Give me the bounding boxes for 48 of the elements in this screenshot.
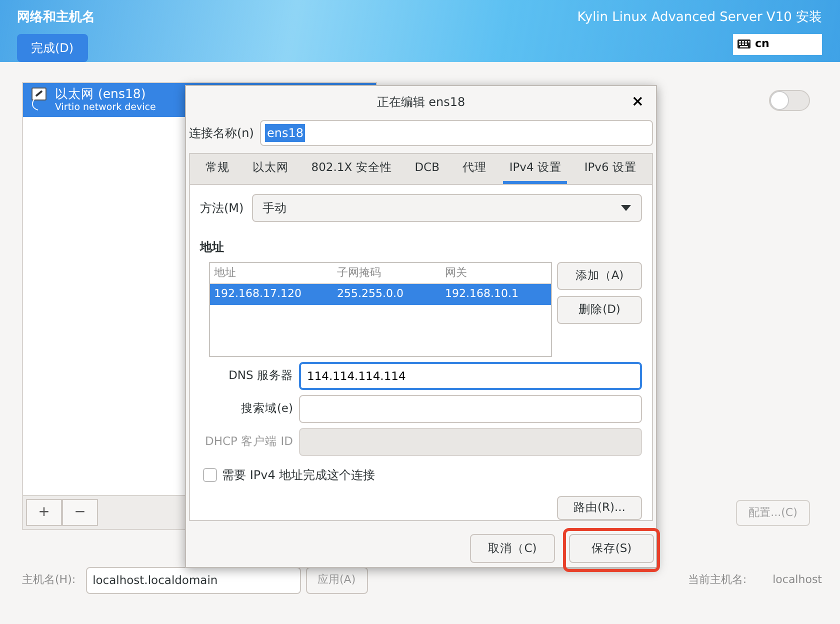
- done-button[interactable]: 完成(D): [17, 34, 88, 62]
- text-field[interactable]: [299, 395, 642, 423]
- settings-tab[interactable]: 以太网: [246, 154, 294, 184]
- settings-tab[interactable]: DCB: [408, 154, 446, 184]
- add-button[interactable]: 添加（A): [557, 262, 642, 290]
- add-device-button[interactable]: +: [26, 499, 62, 526]
- settings-tab[interactable]: IPv6 设置: [578, 154, 642, 184]
- page-title: 网络和主机名: [17, 8, 95, 27]
- table-cell-text: 192.168.17.120: [213, 286, 302, 302]
- checkbox[interactable]: [203, 468, 217, 482]
- field-label: 搜索域(e): [240, 400, 293, 418]
- save-button[interactable]: 保存(S): [569, 534, 654, 563]
- layout-code: cn: [755, 36, 770, 52]
- column-header[interactable]: 子网掩码: [333, 264, 441, 282]
- table-row[interactable]: 192.168.17.120 255.255.0.0 192.168.10.1: [210, 284, 551, 305]
- delete-button[interactable]: 删除(D): [557, 296, 642, 324]
- cancel-button[interactable]: 取消（C): [470, 534, 555, 563]
- keyboard-icon: [737, 39, 751, 49]
- network-cable-icon: [29, 86, 49, 112]
- settings-tab[interactable]: 代理: [456, 154, 492, 184]
- address-heading: 地址: [200, 239, 225, 256]
- table-cell-text: 192.168.10.1: [444, 286, 520, 302]
- remove-device-button[interactable]: −: [62, 499, 98, 526]
- close-button[interactable]: ×: [628, 92, 647, 110]
- dropdown-arrow-icon: [621, 205, 631, 211]
- text-field[interactable]: 114.114.114.114: [299, 362, 642, 390]
- current-hostname: localhost: [772, 572, 822, 588]
- field-label: DNS 服务器: [228, 367, 293, 384]
- column-header[interactable]: 网关: [441, 264, 551, 282]
- field-label: DHCP 客户端 ID: [204, 433, 293, 450]
- hostname-field[interactable]: localhost.localdomain: [86, 566, 301, 594]
- hostname-label: 主机名(H):: [22, 572, 76, 588]
- device-switch[interactable]: [769, 90, 810, 111]
- method-dropdown[interactable]: 手动: [252, 194, 642, 222]
- keyboard-layout-field[interactable]: cn: [733, 34, 822, 54]
- product-title: Kylin Linux Advanced Server V10 安装: [577, 9, 822, 27]
- settings-tab[interactable]: 802.1X 安全性: [305, 154, 398, 184]
- checkbox-label: 需要 IPv4 地址完成这个连接: [222, 467, 376, 484]
- connection-name-field[interactable]: ens18: [260, 120, 653, 146]
- current-hostname-label: 当前主机名:: [688, 572, 747, 588]
- device-description: Virtio network device: [55, 102, 156, 113]
- routes-button[interactable]: 路由(R)...: [557, 496, 642, 520]
- dialog-title: 正在编辑 ens18: [376, 94, 466, 111]
- connection-name-label: 连接名称(n): [189, 125, 254, 142]
- method-label: 方法(M): [200, 200, 244, 217]
- device-name: 以太网 (ens18): [55, 86, 147, 102]
- table-cell-text: 255.255.0.0: [336, 286, 404, 302]
- settings-tab[interactable]: 常规: [199, 154, 236, 184]
